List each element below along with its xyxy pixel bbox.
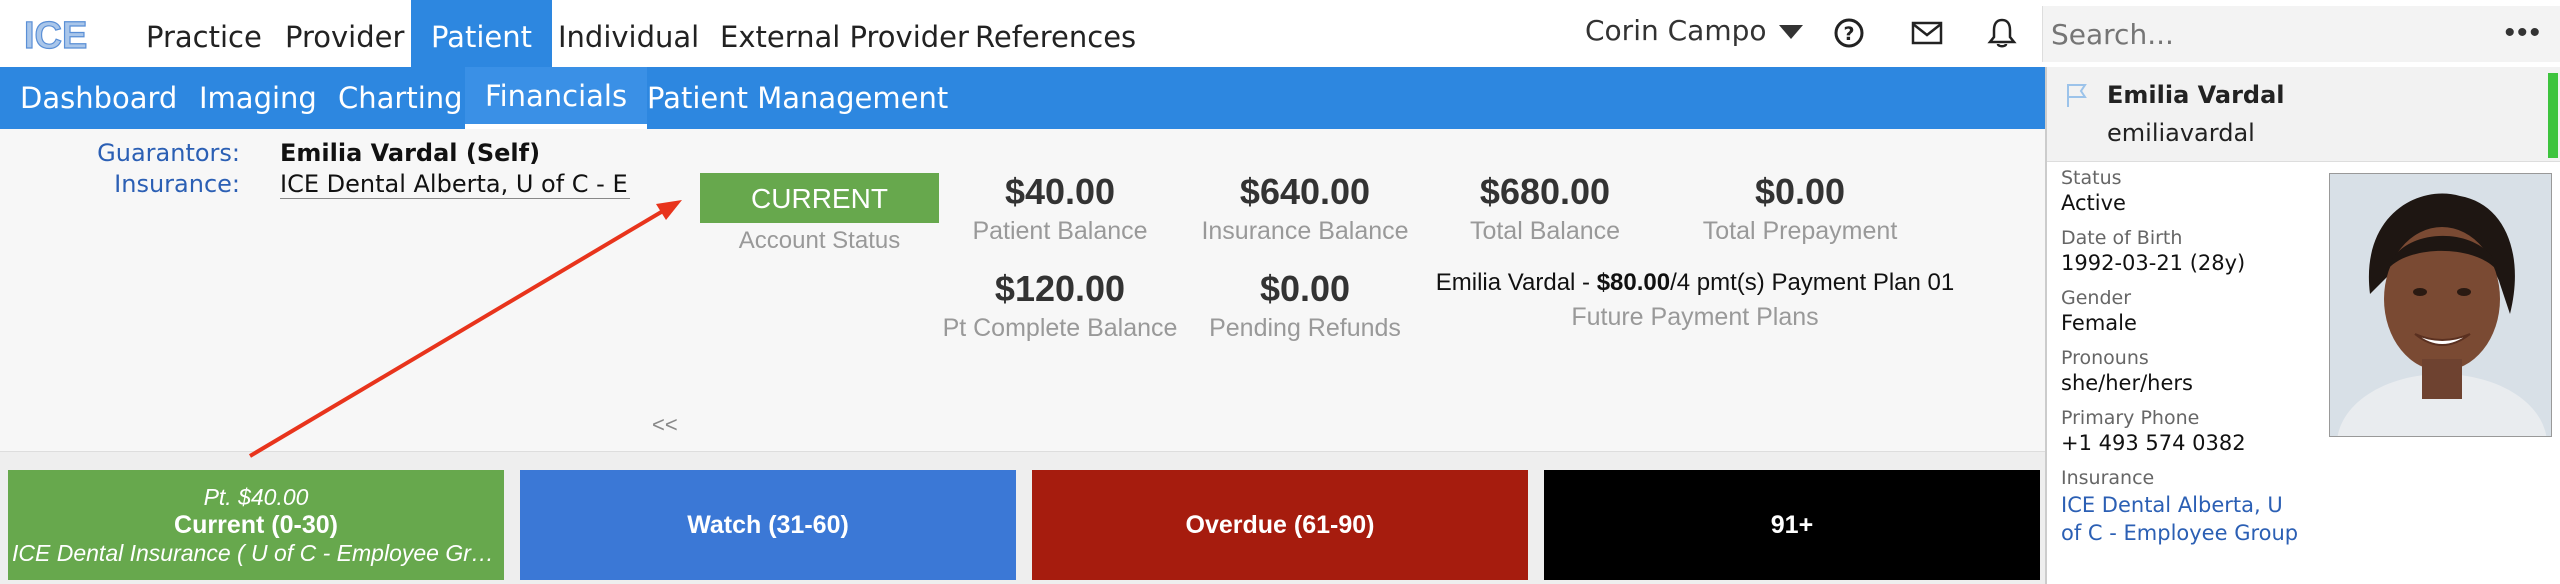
bucket-overdue[interactable]: Overdue (61-90) [1032, 470, 1528, 580]
bucket-91-plus-title: 91+ [1770, 510, 1814, 539]
ice-logo[interactable]: ICE [22, 14, 104, 54]
total-prepayment-amount: $0.00 [1754, 171, 1846, 212]
insurance-balance: $640.00 Insurance Balance [1190, 171, 1420, 246]
top-nav: ICE Practice Provider Patient Individual… [0, 0, 2045, 67]
pt-complete-balance-amount: $120.00 [994, 268, 1126, 309]
status-value: Active [2061, 191, 2126, 215]
user-name: Corin Campo [1585, 14, 1767, 47]
tab-imaging[interactable]: Imaging [199, 67, 317, 129]
nav-patient[interactable]: Patient [411, 0, 552, 67]
total-balance-amount: $680.00 [1479, 171, 1611, 212]
field-status: Status Active [2061, 167, 2126, 215]
gender-value: Female [2061, 311, 2137, 335]
financials-panel: Guarantors: Emilia Vardal (Self) Insuran… [0, 129, 2045, 451]
bucket-watch-title: Watch (31-60) [687, 510, 849, 539]
search-box: ••• [2042, 6, 2560, 62]
field-pronouns: Pronouns she/her/hers [2061, 347, 2193, 395]
field-dob: Date of Birth 1992-03-21 (28y) [2061, 227, 2245, 275]
patient-header: Emilia Vardal emiliavardal [2047, 67, 2560, 162]
field-phone: Primary Phone +1 493 574 0382 [2061, 407, 2246, 455]
chevron-down-icon [1778, 25, 1803, 39]
patient-balance-caption: Patient Balance [972, 217, 1148, 245]
insurance-balance-amount: $640.00 [1239, 171, 1371, 212]
total-balance: $680.00 Total Balance [1440, 171, 1650, 246]
patient-balance: $40.00 Patient Balance [950, 171, 1170, 246]
guarantors-label: Guarantors: [97, 139, 240, 167]
patient-name: Emilia Vardal [2107, 81, 2285, 109]
total-prepayment: $0.00 Total Prepayment [1670, 171, 1930, 246]
patient-username: emiliavardal [2107, 119, 2255, 147]
help-icon[interactable]: ? [1832, 16, 1866, 50]
phone-value: +1 493 574 0382 [2061, 431, 2246, 455]
nav-provider[interactable]: Provider [285, 0, 404, 67]
pt-complete-balance: $120.00 Pt Complete Balance [930, 268, 1190, 343]
insurance-label: Insurance: [114, 170, 240, 198]
account-status-caption: Account Status [738, 227, 901, 254]
user-menu[interactable]: Corin Campo [1585, 14, 1803, 47]
bucket-overdue-title: Overdue (61-90) [1185, 510, 1375, 539]
total-balance-caption: Total Balance [1469, 217, 1621, 245]
svg-text:?: ? [1843, 23, 1854, 45]
bucket-current-title: Current (0-30) [174, 510, 338, 539]
svg-text:ICE: ICE [24, 15, 87, 54]
insurance-value[interactable]: ICE Dental Alberta, U of C - E... [280, 170, 630, 199]
search-input[interactable] [2051, 14, 2471, 54]
tab-financials[interactable]: Financials [465, 67, 648, 129]
dob-label: Date of Birth [2061, 227, 2183, 249]
guarantors-value[interactable]: Emilia Vardal (Self) [280, 139, 540, 167]
patient-avatar-image [2330, 174, 2551, 436]
payment-plan-details: /4 pmt(s) Payment Plan 01 [1670, 269, 1955, 296]
field-gender: Gender Female [2061, 287, 2137, 335]
pending-refunds: $0.00 Pending Refunds [1190, 268, 1420, 343]
insurance-link[interactable]: ICE Dental Alberta, U of C - Employee Gr… [2061, 491, 2301, 547]
online-status-indicator [2548, 73, 2558, 158]
nav-external-provider[interactable]: External Provider [720, 0, 969, 67]
payment-plan-amount: $80.00 [1596, 269, 1671, 296]
payment-plan: Emilia Vardal - $80.00/4 pmt(s) Payment … [1400, 269, 1990, 332]
pending-refunds-caption: Pending Refunds [1209, 314, 1401, 342]
bucket-current-insurance: ICE Dental Insurance ( U of C - Employee… [12, 539, 503, 566]
bucket-watch[interactable]: Watch (31-60) [520, 470, 1016, 580]
gender-label: Gender [2061, 287, 2132, 309]
collapse-toggle[interactable]: << [652, 412, 678, 438]
nav-individual[interactable]: Individual [558, 0, 699, 67]
payment-plan-caption: Future Payment Plans [1571, 303, 1819, 331]
field-insurance: Insurance ICE Dental Alberta, U of C - E… [2061, 467, 2301, 547]
patient-summary-panel: Emilia Vardal emiliavardal Status Active… [2045, 67, 2560, 584]
tab-dashboard[interactable]: Dashboard [20, 67, 177, 129]
tab-patient-management[interactable]: Patient Management [647, 67, 948, 129]
mail-icon[interactable] [1910, 16, 1944, 50]
pronouns-label: Pronouns [2061, 347, 2149, 369]
tab-charting[interactable]: Charting [338, 67, 463, 129]
phone-label: Primary Phone [2061, 407, 2200, 429]
total-prepayment-caption: Total Prepayment [1702, 217, 1898, 245]
payment-plan-line[interactable]: Emilia Vardal - $80.00/4 pmt(s) Payment … [1400, 269, 1990, 297]
bell-icon[interactable] [1985, 16, 2019, 50]
account-status-badge: CURRENT [700, 173, 939, 223]
nav-practice[interactable]: Practice [146, 0, 262, 67]
patient-balance-amount: $40.00 [1004, 171, 1116, 212]
nav-references[interactable]: References [975, 0, 1136, 67]
pronouns-value: she/her/hers [2061, 371, 2193, 395]
pt-complete-balance-caption: Pt Complete Balance [942, 314, 1178, 342]
pending-refunds-amount: $0.00 [1259, 268, 1351, 309]
bucket-91-plus[interactable]: 91+ [1544, 470, 2040, 580]
patient-subnav: Dashboard Imaging Charting Financials Pa… [0, 67, 2045, 129]
status-label: Status [2061, 167, 2122, 189]
insurance-field-label: Insurance [2061, 467, 2155, 489]
aging-buckets: Pt. $40.00 Current (0-30) ICE Dental Ins… [0, 451, 2045, 584]
patient-photo[interactable] [2329, 173, 2552, 437]
insurance-balance-caption: Insurance Balance [1201, 217, 1409, 245]
bucket-current-pt: Pt. $40.00 [203, 483, 309, 510]
flag-icon[interactable] [2063, 81, 2091, 109]
more-options-icon[interactable]: ••• [2504, 16, 2542, 50]
payment-plan-owner: Emilia Vardal - [1435, 269, 1597, 296]
bucket-current[interactable]: Pt. $40.00 Current (0-30) ICE Dental Ins… [8, 470, 504, 580]
dob-value: 1992-03-21 (28y) [2061, 251, 2246, 275]
